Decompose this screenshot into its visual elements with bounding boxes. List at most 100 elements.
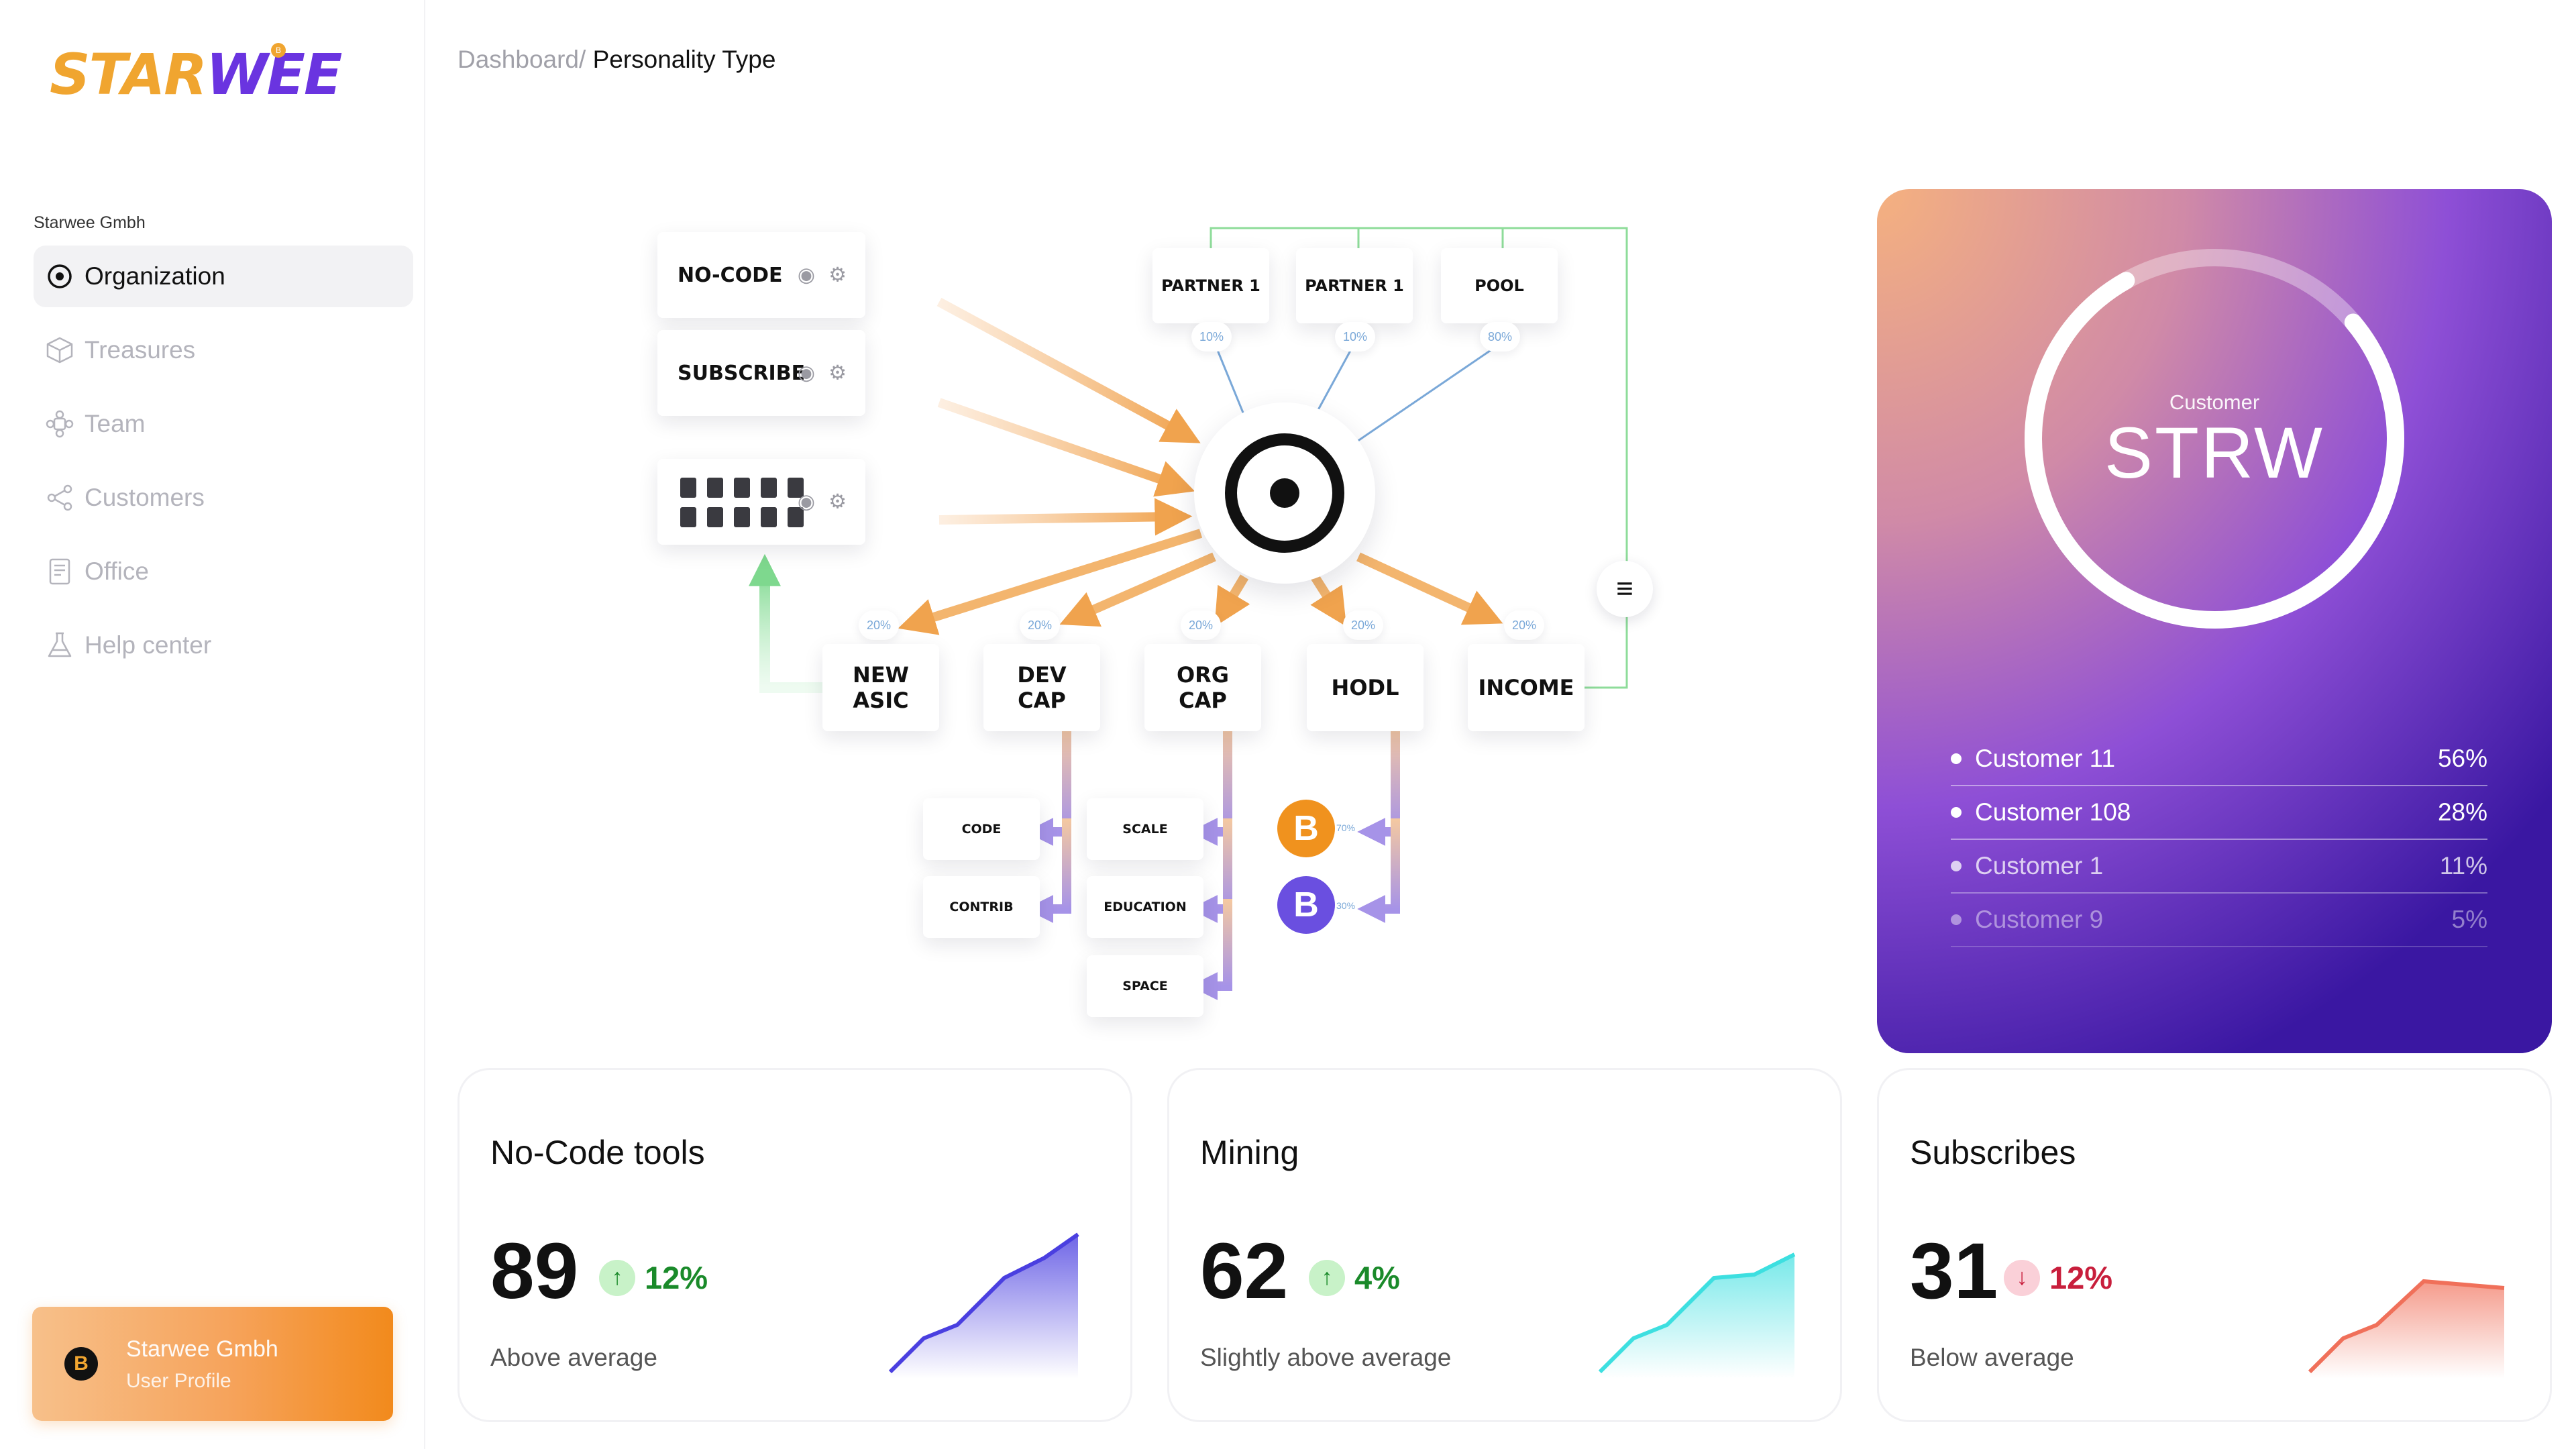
customer-value: 56% <box>2437 745 2487 772</box>
eye-icon[interactable]: ◉ <box>798 264 815 287</box>
profile-role: User Profile <box>126 1370 231 1392</box>
source-node-subscribe[interactable]: SUBSCRIBE ◉ ⚙ <box>657 330 865 416</box>
source-label: NO-CODE <box>678 263 783 287</box>
stat-subtitle: Below average <box>1910 1344 2074 1371</box>
sparkline-mining <box>1598 1252 1796 1379</box>
hub-node[interactable] <box>1194 402 1375 584</box>
sidebar-item-label: Team <box>85 410 146 437</box>
pool-pct: 80% <box>1480 322 1520 352</box>
output-line1: NEW <box>853 662 909 688</box>
stat-value: 31 <box>1910 1227 1998 1316</box>
partner-label: PARTNER 1 <box>1161 276 1260 295</box>
sidebar-item-label: Help center <box>85 631 212 659</box>
output-node-income[interactable]: INCOME <box>1468 644 1585 731</box>
coin-pct-1: 70% <box>1336 822 1356 833</box>
customer-row[interactable]: Customer 108 28% <box>1951 786 2487 840</box>
stat-subtitle: Above average <box>490 1344 657 1371</box>
sidebar-item-customers[interactable]: Customers <box>34 467 413 529</box>
sidebar-item-label: Office <box>85 557 149 585</box>
partner-label: POOL <box>1474 276 1524 295</box>
document-icon <box>44 556 75 587</box>
logo[interactable]: STARWEE <box>50 42 342 107</box>
sidebar-item-label: Customers <box>85 484 205 511</box>
flask-icon <box>44 630 75 661</box>
sidebar-item-label: Organization <box>85 262 225 290</box>
sidebar-item-team[interactable]: Team <box>34 393 413 455</box>
customer-value: 11% <box>2439 852 2487 879</box>
sub-node-code[interactable]: CODE <box>923 798 1040 860</box>
output-line1: DEV <box>1017 662 1067 688</box>
customer-row[interactable]: Customer 1 11% <box>1951 840 2487 894</box>
customer-label: Customer 9 <box>1975 906 2104 933</box>
partner-node-1[interactable]: PARTNER 1 <box>1152 248 1269 323</box>
customer-card: Customer STRW Customer 11 56% Customer 10… <box>1877 189 2552 1053</box>
bullet-icon <box>1951 807 1962 818</box>
output-line2: ASIC <box>853 688 909 713</box>
user-profile-card[interactable]: B Starwee Gmbh User Profile <box>32 1307 393 1421</box>
breadcrumb-current: Personality Type <box>586 46 776 73</box>
stat-card-subscribes[interactable]: Subscribes 31 ↓ 12% Below average <box>1877 1068 2552 1422</box>
breadcrumb-root[interactable]: Dashboard/ <box>458 46 586 73</box>
source-node-mining[interactable]: ◉ ⚙ <box>657 459 865 545</box>
arrow-down-icon: ↓ <box>2004 1259 2040 1296</box>
sidebar-item-label: Treasures <box>85 336 196 364</box>
sub-node-scale[interactable]: SCALE <box>1087 798 1203 860</box>
customer-list: Customer 11 56% Customer 108 28% Customer … <box>1951 733 2487 947</box>
stat-delta: ↓ 12% <box>2004 1259 2112 1296</box>
customer-label: Customer 108 <box>1975 798 2131 826</box>
team-icon <box>44 409 75 439</box>
eye-icon[interactable]: ◉ <box>798 490 815 514</box>
sparkline-no-code <box>888 1232 1079 1379</box>
partner-pct-2: 10% <box>1335 322 1375 352</box>
target-icon <box>44 261 75 292</box>
stat-card-mining[interactable]: Mining 62 ↑ 4% Slightly above average <box>1167 1068 1842 1422</box>
distribute-button[interactable]: ≡ <box>1597 561 1653 617</box>
box-icon <box>44 335 75 366</box>
output-pct-hodl: 20% <box>1343 610 1383 640</box>
stat-delta-value: 12% <box>645 1260 708 1295</box>
logo-badge-icon: B <box>271 43 286 58</box>
sidebar-item-help-center[interactable]: Help center <box>34 614 413 676</box>
bitcoin-purple-icon[interactable]: B <box>1277 876 1335 934</box>
customer-value: 28% <box>2437 798 2487 826</box>
output-node-org-cap[interactable]: ORG CAP <box>1144 644 1261 731</box>
bitcoin-icon: B <box>64 1347 98 1381</box>
pool-node[interactable]: POOL <box>1441 248 1558 323</box>
stat-title: Mining <box>1200 1134 1299 1171</box>
customer-value: 5% <box>2451 906 2487 933</box>
output-node-hodl[interactable]: HODL <box>1307 644 1424 731</box>
stat-delta-value: 4% <box>1354 1260 1400 1295</box>
profile-name: Starwee Gmbh <box>126 1336 278 1362</box>
sidebar-item-treasures[interactable]: Treasures <box>34 319 413 381</box>
sub-node-education[interactable]: EDUCATION <box>1087 876 1203 938</box>
customer-title: STRW <box>2104 412 2324 493</box>
output-pct-income: 20% <box>1504 610 1544 640</box>
output-line2: CAP <box>1018 688 1066 713</box>
sub-label: SPACE <box>1122 979 1168 994</box>
sidebar-item-office[interactable]: Office <box>34 541 413 602</box>
sidebar-nav: Organization Treasures Team Customers Of… <box>34 246 413 688</box>
partner-pct-1: 10% <box>1191 322 1232 352</box>
source-node-no-code[interactable]: NO-CODE ◉ ⚙ <box>657 232 865 318</box>
sub-node-contrib[interactable]: CONTRIB <box>923 876 1040 938</box>
output-node-new-asic[interactable]: NEW ASIC <box>822 644 939 731</box>
output-node-dev-cap[interactable]: DEV CAP <box>983 644 1100 731</box>
stat-card-no-code[interactable]: No-Code tools 89 ↑ 12% Above average <box>458 1068 1132 1422</box>
customer-row[interactable]: Customer 9 5% <box>1951 894 2487 947</box>
org-caption: Starwee Gmbh <box>34 213 146 232</box>
settings-icon[interactable]: ⚙ <box>828 362 847 385</box>
sparkline-subscribes <box>2308 1279 2505 1379</box>
sub-node-space[interactable]: SPACE <box>1087 955 1203 1017</box>
customer-row[interactable]: Customer 11 56% <box>1951 733 2487 786</box>
sub-label: SCALE <box>1122 822 1168 837</box>
settings-icon[interactable]: ⚙ <box>828 490 847 514</box>
bitcoin-orange-icon[interactable]: B <box>1277 800 1335 857</box>
eye-icon[interactable]: ◉ <box>798 362 815 385</box>
sub-label: EDUCATION <box>1104 900 1187 914</box>
settings-icon[interactable]: ⚙ <box>828 264 847 287</box>
sub-label: CONTRIB <box>949 900 1014 914</box>
sidebar-item-organization[interactable]: Organization <box>34 246 413 307</box>
stat-delta-value: 12% <box>2049 1260 2113 1295</box>
source-label: SUBSCRIBE <box>678 361 806 385</box>
partner-node-2[interactable]: PARTNER 1 <box>1296 248 1413 323</box>
